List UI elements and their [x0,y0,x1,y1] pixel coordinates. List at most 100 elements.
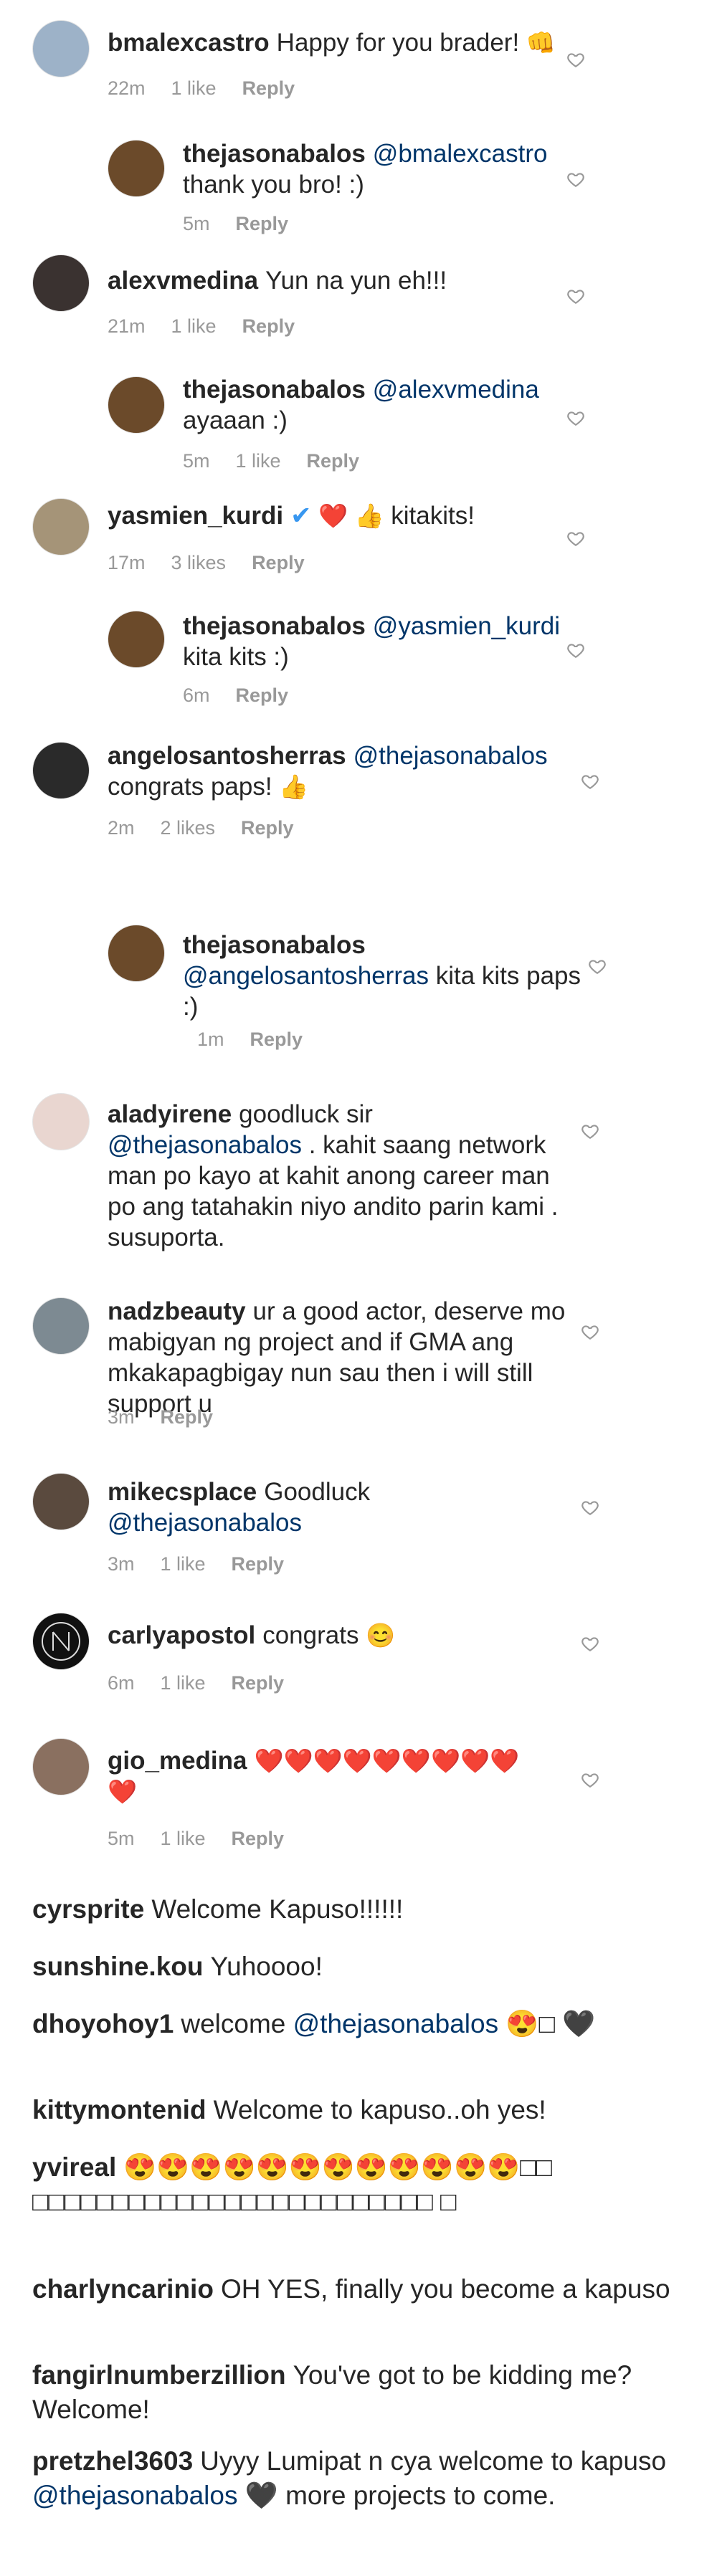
comment-text: OH YES, finally you become a kapuso [220,2274,670,2304]
avatar[interactable] [32,254,90,312]
like-heart-icon[interactable] [581,1322,599,1341]
avatar[interactable] [32,20,90,77]
avatar[interactable] [32,1613,90,1670]
comment-username[interactable]: thejasonabalos [183,140,366,168]
fist-emoji: 👊 [526,29,556,56]
like-heart-icon[interactable] [566,170,585,189]
comment-username[interactable]: dhoyohoy1 [32,2009,174,2038]
comment-username[interactable]: angelosantosherras [108,742,346,770]
like-heart-icon[interactable] [566,409,585,427]
plain-comment: pretzhel3603 Uyyy Lumipat n cya welcome t… [32,2444,692,2513]
comment-time: 5m [183,450,210,472]
mention-link[interactable]: @angelosantosherras [183,962,429,990]
reply-button[interactable]: Reply [250,1029,303,1050]
mention-link[interactable]: @thejasonabalos [353,742,548,770]
reply-button[interactable]: Reply [252,552,305,573]
plain-comment: yvireal 😍😍😍😍😍😍😍😍😍😍😍😍□□ □□□□□□□□□□□□□□□□□□… [32,2150,692,2219]
reply-button[interactable]: Reply [236,684,289,706]
comment-username[interactable]: fangirlnumberzillion [32,2360,286,2390]
comment-likes[interactable]: 1 like [161,1672,206,1694]
comment-username[interactable]: kittymontenid [32,2095,206,2124]
monogram-logo-icon [42,1622,80,1661]
reply-button[interactable]: Reply [232,1828,285,1849]
plain-comment: fangirlnumberzillion You've got to be kid… [32,2358,692,2427]
comment-username[interactable]: mikecsplace [108,1478,257,1506]
avatar[interactable] [32,1473,90,1530]
like-heart-icon[interactable] [581,1122,599,1140]
comment-username[interactable]: aladyirene [108,1100,232,1128]
comment-time: 21m [108,315,146,337]
like-heart-icon[interactable] [566,50,585,69]
reply-button[interactable]: Reply [161,1406,214,1428]
comment-username[interactable]: thejasonabalos [183,612,366,640]
avatar[interactable] [32,498,90,555]
comment-username[interactable]: pretzhel3603 [32,2446,193,2476]
mention-link[interactable]: @thejasonabalos [32,2481,237,2510]
avatar[interactable] [32,1297,90,1355]
mention-link[interactable]: @thejasonabalos [108,1509,302,1537]
comment-text: Uyyy Lumipat n cya welcome to kapuso [200,2446,667,2476]
like-heart-icon[interactable] [566,529,585,548]
avatar[interactable] [32,742,90,799]
comment-username[interactable]: cyrsprite [32,1894,144,1924]
comment-text: congrats paps! [108,773,272,801]
comment-username[interactable]: charlyncarinio [32,2274,214,2304]
comment-likes[interactable]: 1 like [171,77,217,99]
avatar[interactable] [108,376,165,434]
mention-link[interactable]: @bmalexcastro [373,140,548,168]
comment-username[interactable]: alexvmedina [108,267,258,295]
comment-likes[interactable]: 1 like [161,1828,206,1849]
comment-username[interactable]: thejasonabalos [183,376,366,404]
comment: alexvmedina Yun na yun eh!!! 21m 1 like Rep… [0,244,717,358]
comment-username[interactable]: nadzbeauty [108,1297,246,1325]
comment-time: 5m [183,213,210,234]
plain-comment: kittymontenid Welcome to kapuso..oh yes! [32,2093,692,2127]
reply-button[interactable]: Reply [241,817,294,839]
avatar[interactable] [108,611,165,668]
reply-button[interactable]: Reply [236,213,289,234]
comment-text: Happy for you brader! [276,29,520,57]
mention-link[interactable]: @thejasonabalos [108,1131,302,1159]
mention-link[interactable]: @thejasonabalos [293,2009,498,2038]
reply-button[interactable]: Reply [232,1553,285,1575]
avatar[interactable] [32,1738,90,1795]
like-heart-icon[interactable] [581,1498,599,1517]
reply-button[interactable]: Reply [242,315,295,337]
avatar[interactable] [108,925,165,982]
comment-username[interactable]: carlyapostol [108,1621,255,1649]
comment-likes[interactable]: 1 like [236,450,281,472]
comment-username[interactable]: bmalexcastro [108,29,270,57]
mention-link[interactable]: @alexvmedina [373,376,539,404]
plain-comment: dhoyohoy1 welcome @thejasonabalos 😍□ 🖤 [32,2007,692,2041]
like-heart-icon[interactable] [566,287,585,305]
comment-time: 22m [108,77,146,99]
comment-text: 😍□ 🖤 [505,2009,596,2038]
like-heart-icon[interactable] [581,1634,599,1653]
comment-username[interactable]: yvireal [32,2152,116,2182]
comment-username[interactable]: sunshine.kou [32,1952,203,1981]
reply-button[interactable]: Reply [307,450,360,472]
comment-text: Welcome Kapuso!!!!!! [151,1894,404,1924]
like-heart-icon[interactable] [581,772,599,791]
comment-username[interactable]: yasmien_kurdi [108,502,283,530]
comment-likes[interactable]: 1 like [161,1553,206,1575]
smile-emoji: 😊 [366,1622,396,1649]
avatar[interactable] [32,1093,90,1150]
mention-link[interactable]: @yasmien_kurdi [373,612,560,640]
plain-comment: sunshine.kou Yuhoooo! [32,1950,692,1984]
comment-likes[interactable]: 2 likes [161,817,216,839]
comment-text: welcome [181,2009,286,2038]
thumbs-up-emoji: 👍 [279,773,309,800]
reply-button[interactable]: Reply [242,77,295,99]
reply-comment: thejasonabalos @bmalexcastro thank you bro… [0,125,717,244]
like-heart-icon[interactable] [588,957,607,975]
reply-button[interactable]: Reply [232,1672,285,1694]
like-heart-icon[interactable] [566,641,585,659]
comment-username[interactable]: gio_medina [108,1747,247,1775]
comment-username[interactable]: thejasonabalos [183,931,366,959]
like-heart-icon[interactable] [581,1770,599,1789]
comment-text: congrats [262,1621,359,1649]
comment-likes[interactable]: 3 likes [171,552,227,573]
avatar[interactable] [108,140,165,197]
comment-likes[interactable]: 1 like [171,315,217,337]
